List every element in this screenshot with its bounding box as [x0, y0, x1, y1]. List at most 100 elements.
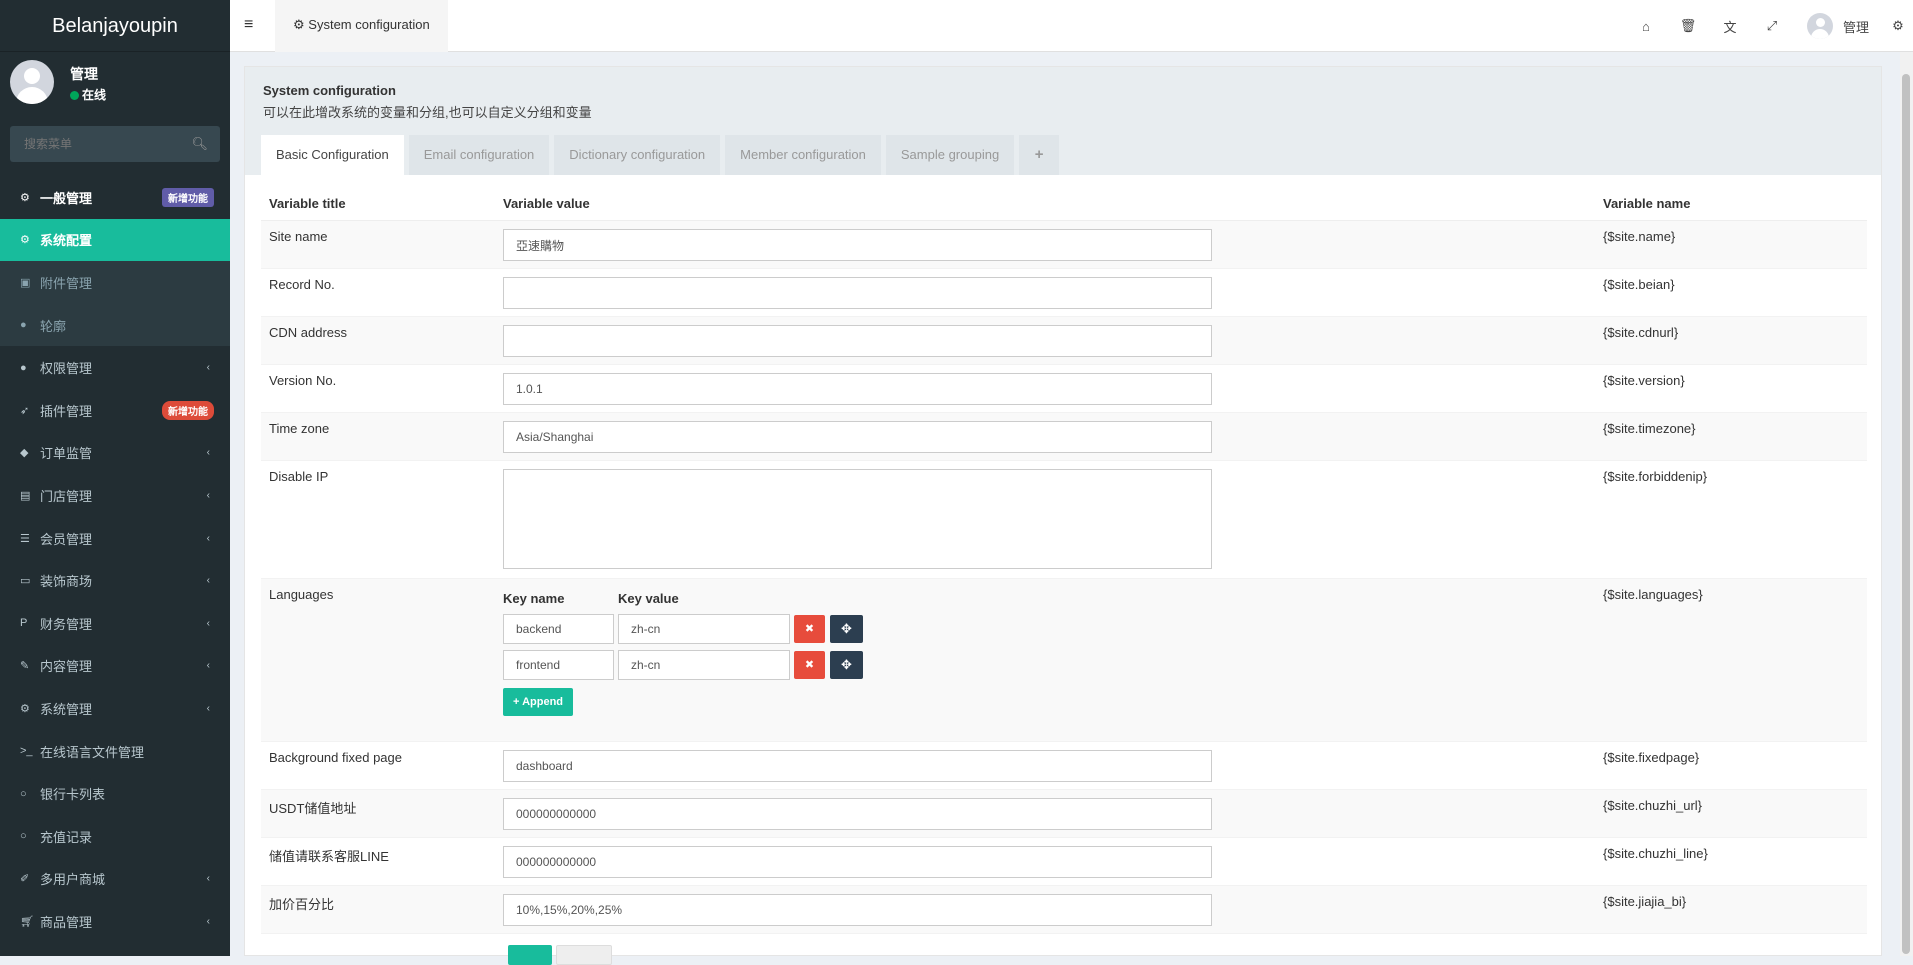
language-pair-row: backend zh-cn ✖ ✥ [503, 614, 1603, 644]
sidebar-item-general[interactable]: ⚙ 一般管理 新增功能 [0, 176, 230, 219]
group-icon: ● [20, 361, 27, 374]
user-panel: 管理 在线 [0, 52, 230, 124]
chevron-left-icon: ‹ [206, 617, 210, 629]
sidebar-item-stores[interactable]: ▤ 门店管理 ‹ [0, 474, 230, 517]
cart-icon: 🛒︎ [20, 915, 34, 928]
sidebar-item-multi-store[interactable]: ✐ 多用户商城 ‹ [0, 858, 230, 901]
sidebar: Belanjayoupin 管理 在线 🔍︎ ⚙一般管理新增功能 ⚙系统配置 ▣… [0, 0, 230, 956]
languages-header: Key name Key value [503, 591, 679, 606]
language-key-input[interactable]: frontend [503, 650, 614, 680]
table-row: Record No. {$site.beian} [261, 269, 1867, 317]
remove-pair-button[interactable]: ✖ [794, 615, 825, 643]
table-row: Version No. 1.0.1 {$site.version} [261, 365, 1867, 413]
scrollbar-thumb[interactable] [1902, 74, 1910, 954]
online-dot-icon [70, 91, 79, 100]
add-group-button[interactable]: + [1019, 135, 1060, 175]
language-pair-row: frontend zh-cn ✖ ✥ [503, 650, 1603, 680]
tab-dictionary-configuration[interactable]: Dictionary configuration [554, 135, 721, 175]
drag-handle-icon[interactable]: ✥ [830, 651, 863, 679]
record-no-input[interactable] [503, 277, 1212, 309]
archive-icon: ▤ [20, 489, 31, 502]
sidebar-item-decoration[interactable]: ▭ 装饰商场 ‹ [0, 559, 230, 602]
tab-sample-grouping[interactable]: Sample grouping [885, 135, 1015, 175]
fullscreen-icon[interactable]: ⤢ [1751, 18, 1793, 34]
chevron-left-icon: ‹ [206, 915, 210, 927]
home-icon[interactable]: ⌂ [1625, 19, 1667, 34]
table-header: Variable title Variable value Variable n… [261, 187, 1867, 221]
markup-percent-input[interactable]: 10%,15%,20%,25% [503, 894, 1212, 926]
sidebar-item-plugins[interactable]: ➶ 插件管理 新增功能 [0, 389, 230, 432]
sidebar-item-members[interactable]: ☰ 会员管理 ‹ [0, 517, 230, 560]
brand-logo[interactable]: Belanjayoupin [0, 0, 230, 52]
sidebar-item-orders[interactable]: ◆ 订单监管 ‹ [0, 432, 230, 475]
chevron-left-icon: ‹ [206, 532, 210, 544]
language-key-input[interactable]: backend [503, 614, 614, 644]
sidebar-item-content[interactable]: ✎ 内容管理 ‹ [0, 645, 230, 688]
submit-button[interactable] [508, 945, 552, 965]
append-button[interactable]: + Append [503, 688, 574, 716]
chevron-left-icon: ‹ [206, 362, 210, 374]
language-value-input[interactable]: zh-cn [618, 614, 790, 644]
search-icon[interactable]: 🔍︎ [191, 136, 208, 152]
reset-button[interactable] [556, 945, 612, 965]
sidebar-menu: ⚙ 一般管理 新增功能 ⚙ 系统配置 ▣ 附件管理 ● 轮廓 ● 权限管理 ‹ ➶ 插件管理 新增… [0, 176, 230, 943]
table-row: Disable IP {$site.forbiddenip} [261, 461, 1867, 579]
cogs-icon[interactable]: ⚙ [1883, 18, 1913, 34]
drag-handle-icon[interactable]: ✥ [830, 615, 863, 643]
table-row: USDT储值地址 000000000000 {$site.chuzhi_url} [261, 790, 1867, 838]
time-zone-input[interactable]: Asia/Shanghai [503, 421, 1212, 453]
circle-icon: ○ [20, 830, 27, 843]
chevron-left-icon: ‹ [206, 873, 210, 885]
usdt-address-input[interactable]: 000000000000 [503, 798, 1212, 830]
edit-icon: ✎ [20, 660, 30, 673]
table-row: Site name 亞速購物 {$site.name} [261, 221, 1867, 269]
sidebar-item-language-files[interactable]: >_ 在线语言文件管理 [0, 730, 230, 773]
disable-ip-textarea[interactable] [503, 469, 1212, 569]
desktop-icon: ▭ [20, 575, 31, 588]
chevron-left-icon: ‹ [206, 660, 210, 672]
rocket-icon: ➶ [20, 404, 30, 417]
sidebar-item-system-config[interactable]: ⚙ 系统配置 [0, 218, 230, 262]
gear-icon: ⚙ [20, 702, 30, 715]
line-contact-input[interactable]: 000000000000 [503, 846, 1212, 878]
translate-icon[interactable]: 文 [1709, 17, 1751, 36]
fixed-page-input[interactable]: dashboard [503, 750, 1212, 782]
new-feature-badge: 新增功能 [162, 400, 214, 420]
menu-search: 🔍︎ [10, 126, 220, 162]
tab-member-configuration[interactable]: Member configuration [725, 135, 881, 175]
user-status: 在线 [70, 86, 106, 103]
remove-pair-button[interactable]: ✖ [794, 651, 825, 679]
gear-icon: ⚙ [293, 17, 309, 32]
panel-heading: System configuration 可以在此增改系统的变量和分组,也可以自… [245, 67, 1881, 175]
menu-toggle-icon[interactable]: ≡ [244, 16, 253, 34]
topbar: ≡ ⚙ System configuration ⌂ 🗑︎ 文 ⤢ 管理 ⚙ [230, 0, 1913, 52]
panel-title: System configuration [263, 83, 396, 98]
language-value-input[interactable]: zh-cn [618, 650, 790, 680]
sidebar-item-bank-cards[interactable]: ○ 银行卡列表 [0, 772, 230, 815]
chevron-left-icon: ‹ [206, 489, 210, 501]
sidebar-item-finance[interactable]: P 财务管理 ‹ [0, 602, 230, 645]
tab-system-configuration[interactable]: ⚙ System configuration [275, 0, 448, 52]
trash-icon[interactable]: 🗑︎ [1667, 18, 1709, 34]
cdn-address-input[interactable] [503, 325, 1212, 357]
sidebar-item-system[interactable]: ⚙ 系统管理 ‹ [0, 687, 230, 730]
user-status-text: 在线 [82, 88, 107, 102]
sidebar-item-permissions[interactable]: ● 权限管理 ‹ [0, 346, 230, 389]
top-user-menu[interactable]: 管理 [1793, 13, 1883, 39]
version-no-input[interactable]: 1.0.1 [503, 373, 1212, 405]
menu-search-input[interactable] [10, 126, 190, 162]
sidebar-item-recharge[interactable]: ○ 充值记录 [0, 815, 230, 858]
tab-basic-configuration[interactable]: Basic Configuration [261, 135, 404, 175]
scrollbar[interactable] [1900, 52, 1913, 956]
paypal-icon: P [20, 617, 28, 630]
sidebar-item-profile[interactable]: ● 轮廓 [0, 303, 230, 347]
sidebar-item-products[interactable]: 🛒︎ 商品管理 ‹ [0, 900, 230, 943]
sidebar-item-attachments[interactable]: ▣ 附件管理 [0, 261, 230, 304]
list-icon: ☰ [20, 532, 30, 545]
gear-icon: ⚙ [20, 234, 30, 247]
terminal-icon: >_ [20, 745, 33, 758]
site-name-input[interactable]: 亞速購物 [503, 229, 1212, 261]
tab-email-configuration[interactable]: Email configuration [408, 135, 550, 175]
table-row: Background fixed page dashboard {$site.f… [261, 742, 1867, 790]
user-icon: ● [20, 319, 27, 332]
